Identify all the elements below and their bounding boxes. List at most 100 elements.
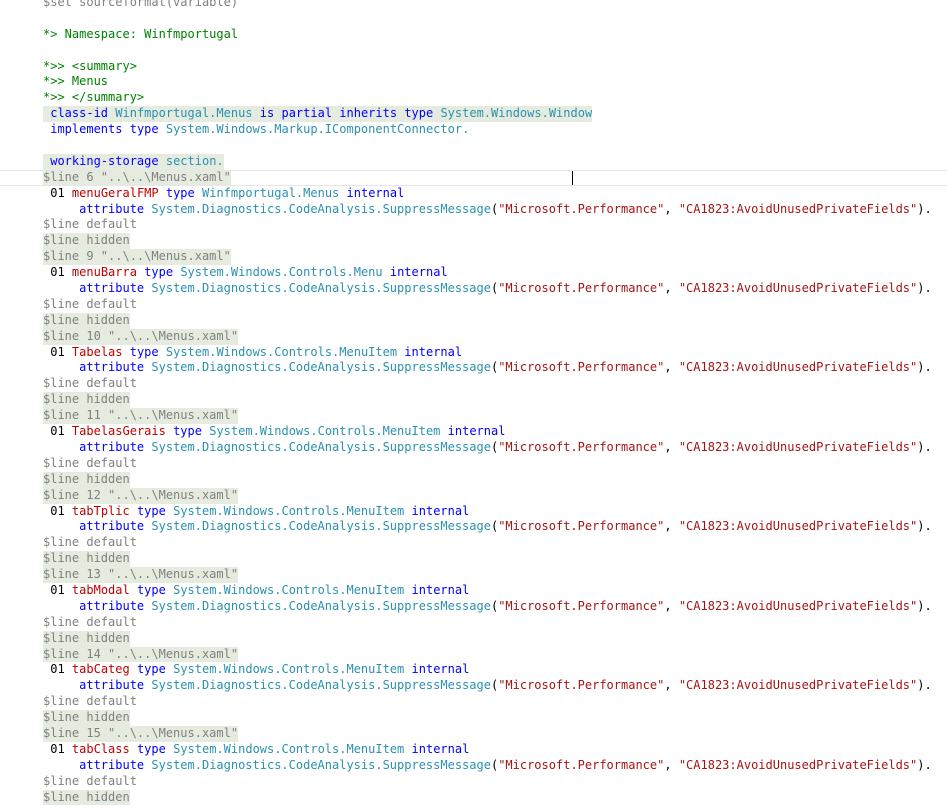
code-line[interactable]: $line 12 "..\..\Menus.xaml": [0, 487, 947, 504]
code-line[interactable]: attribute System.Diagnostics.CodeAnalysi…: [0, 440, 947, 456]
code-line-text: $line default: [43, 376, 137, 391]
code-line-text: *>> </summary>: [43, 90, 145, 105]
code-line[interactable]: $line default: [0, 535, 947, 551]
code-line-text: $line default: [43, 694, 137, 709]
code-line[interactable]: $line hidden: [0, 471, 947, 488]
code-line-text: $line hidden: [43, 312, 130, 329]
code-line-text: $line hidden: [43, 789, 130, 806]
code-line[interactable]: $line default: [0, 297, 947, 313]
code-line-text: attribute System.Diagnostics.CodeAnalysi…: [79, 201, 932, 216]
code-line-text: working-storage section.: [43, 153, 224, 170]
code-line-text: $set sourceformat(variable): [43, 0, 239, 9]
code-line-text: 01 menuBarra type System.Windows.Control…: [50, 265, 448, 280]
current-line-indicator: [0, 169, 947, 186]
code-line-text: 01 TabelasGerais type System.Windows.Con…: [50, 424, 506, 439]
code-line-text: $line default: [43, 773, 137, 788]
code-line[interactable]: $line default: [0, 774, 947, 790]
code-line[interactable]: *>> <summary>: [0, 59, 947, 75]
code-line-text: $line 15 "..\..\Menus.xaml": [43, 725, 239, 742]
code-line-text: attribute System.Diagnostics.CodeAnalysi…: [79, 757, 932, 772]
code-line[interactable]: working-storage section.: [0, 153, 947, 170]
code-line-text: implements type System.Windows.Markup.IC…: [50, 122, 470, 137]
code-line-text: attribute System.Diagnostics.CodeAnalysi…: [79, 598, 932, 613]
code-line-text: attribute System.Diagnostics.CodeAnalysi…: [79, 678, 932, 693]
code-line[interactable]: *>> Menus: [0, 74, 947, 90]
code-line[interactable]: $line 6 "..\..\Menus.xaml": [0, 169, 947, 186]
code-line-text: *> Namespace: Winfmportugal: [43, 26, 239, 41]
code-line-text: $line 9 "..\..\Menus.xaml": [43, 249, 231, 266]
code-line-text: $line default: [43, 296, 137, 311]
code-line-text: $line default: [43, 455, 137, 470]
code-editor[interactable]: $set sourceformat(variable) *> Namespace…: [0, 0, 947, 808]
code-line-text: 01 tabCateg type System.Windows.Controls…: [50, 662, 470, 677]
code-line[interactable]: $set sourceformat(variable): [0, 0, 947, 11]
code-line[interactable]: attribute System.Diagnostics.CodeAnalysi…: [0, 202, 947, 218]
code-line[interactable]: 01 tabCateg type System.Windows.Controls…: [0, 662, 947, 678]
code-line[interactable]: $line default: [0, 217, 947, 233]
code-line[interactable]: $line default: [0, 615, 947, 631]
code-line-text: $line hidden: [43, 392, 130, 409]
code-line-text: $line 12 "..\..\Menus.xaml": [43, 487, 239, 504]
code-line[interactable]: $line default: [0, 456, 947, 472]
code-line-text: $line 10 "..\..\Menus.xaml": [43, 328, 239, 345]
code-line[interactable]: $line hidden: [0, 710, 947, 726]
code-line[interactable]: $line 15 "..\..\Menus.xaml": [0, 725, 947, 742]
code-line[interactable]: [0, 11, 947, 27]
code-line-text: 01 tabClass type System.Windows.Controls…: [50, 741, 470, 756]
code-line[interactable]: *> Namespace: Winfmportugal: [0, 27, 947, 43]
code-line-text: $line 14 "..\..\Menus.xaml": [43, 646, 239, 663]
code-line[interactable]: 01 menuBarra type System.Windows.Control…: [0, 265, 947, 281]
code-line-text: attribute System.Diagnostics.CodeAnalysi…: [79, 439, 932, 454]
code-line[interactable]: $line hidden: [0, 630, 947, 647]
code-line[interactable]: $line hidden: [0, 789, 947, 806]
code-line-text: $line hidden: [43, 233, 130, 250]
code-line-text: class-id Winfmportugal.Menus is partial …: [43, 106, 593, 123]
code-line[interactable]: 01 tabModal type System.Windows.Controls…: [0, 583, 947, 599]
code-line-text: $line hidden: [43, 630, 130, 647]
code-line-text: $line hidden: [43, 710, 130, 726]
code-line-text: 01 tabTplic type System.Windows.Controls…: [50, 503, 470, 518]
code-line-text: *>> Menus: [43, 74, 109, 89]
code-line[interactable]: $line default: [0, 694, 947, 710]
code-line[interactable]: $line hidden: [0, 233, 947, 250]
code-line[interactable]: 01 Tabelas type System.Windows.Controls.…: [0, 345, 947, 361]
code-line[interactable]: $line hidden: [0, 312, 947, 329]
code-line[interactable]: $line hidden: [0, 551, 947, 568]
code-line[interactable]: $line 14 "..\..\Menus.xaml": [0, 646, 947, 663]
code-line[interactable]: attribute System.Diagnostics.CodeAnalysi…: [0, 678, 947, 694]
code-line[interactable]: attribute System.Diagnostics.CodeAnalysi…: [0, 281, 947, 297]
code-line[interactable]: 01 TabelasGerais type System.Windows.Con…: [0, 424, 947, 440]
code-line[interactable]: 01 tabTplic type System.Windows.Controls…: [0, 504, 947, 520]
code-line[interactable]: class-id Winfmportugal.Menus is partial …: [0, 106, 947, 123]
code-line-text: 01 menuGeralFMP type Winfmportugal.Menus…: [50, 185, 405, 200]
code-line[interactable]: [0, 43, 947, 59]
code-line[interactable]: attribute System.Diagnostics.CodeAnalysi…: [0, 360, 947, 376]
code-line[interactable]: attribute System.Diagnostics.CodeAnalysi…: [0, 519, 947, 535]
code-line[interactable]: [0, 138, 947, 154]
code-line-text: $line hidden: [43, 471, 130, 488]
code-line[interactable]: $line 11 "..\..\Menus.xaml": [0, 408, 947, 425]
code-line[interactable]: $line 9 "..\..\Menus.xaml": [0, 249, 947, 266]
code-line-text: $line default: [43, 535, 137, 550]
code-line[interactable]: 01 menuGeralFMP type Winfmportugal.Menus…: [0, 186, 947, 202]
code-line[interactable]: $line default: [0, 376, 947, 392]
code-line-text: $line 11 "..\..\Menus.xaml": [43, 408, 239, 425]
code-line[interactable]: $line hidden: [0, 392, 947, 409]
code-line[interactable]: *>> </summary>: [0, 90, 947, 106]
text-caret: [572, 170, 573, 185]
code-line-text: attribute System.Diagnostics.CodeAnalysi…: [79, 281, 932, 296]
code-line-text: *>> <summary>: [43, 58, 137, 73]
code-line-text: attribute System.Diagnostics.CodeAnalysi…: [79, 519, 932, 534]
code-line[interactable]: 01 tabClass type System.Windows.Controls…: [0, 742, 947, 758]
code-line[interactable]: $line 10 "..\..\Menus.xaml": [0, 328, 947, 345]
code-line-text: $line hidden: [43, 551, 130, 568]
code-line[interactable]: attribute System.Diagnostics.CodeAnalysi…: [0, 599, 947, 615]
code-line[interactable]: implements type System.Windows.Markup.IC…: [0, 122, 947, 138]
code-line[interactable]: $line 13 "..\..\Menus.xaml": [0, 567, 947, 583]
code-line[interactable]: attribute System.Diagnostics.CodeAnalysi…: [0, 758, 947, 774]
code-line-text: $line default: [43, 217, 137, 232]
code-line-text: $line default: [43, 614, 137, 629]
